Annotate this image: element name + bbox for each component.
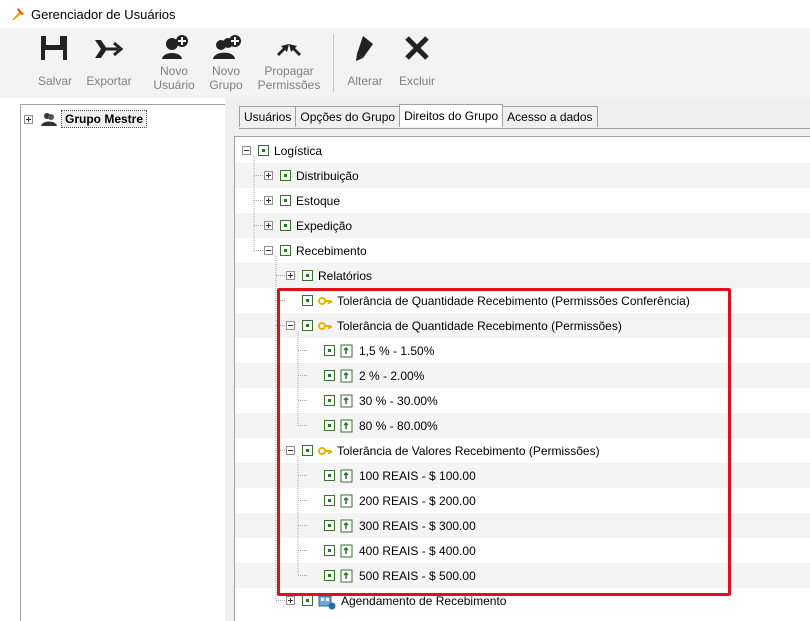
group-details-panel: Usuários Opções do Grupo Direitos do Gru… (225, 98, 810, 621)
propagate-permissions-button[interactable]: Propagar Permissões (256, 30, 322, 96)
delete-button[interactable]: Excluir (394, 30, 440, 96)
rights-tree: Logística Distribuição Estoque Expedição Rec… (234, 136, 810, 621)
x-icon (405, 36, 429, 60)
new-user-label-1: Novo (159, 64, 188, 78)
new-user-button[interactable]: Novo Usuário (150, 30, 198, 96)
tab-strip: Usuários Opções do Grupo Direitos do Gru… (239, 104, 598, 128)
propagate-label-2: Permissões (257, 78, 321, 92)
group-tree-panel: Grupo Mestre (20, 104, 225, 621)
export-arrow-icon (95, 40, 123, 58)
pencil-icon (356, 36, 373, 61)
tree-node-grupo-mestre[interactable]: Grupo Mestre (24, 110, 148, 128)
title-bar: Gerenciador de Usuários (0, 0, 810, 28)
save-button[interactable]: Salvar (33, 30, 77, 96)
toolbar: Salvar Exportar Novo Usuário Novo Grupo … (0, 28, 810, 98)
group-icon (41, 113, 57, 126)
edit-button[interactable]: Alterar (342, 30, 388, 96)
tab-usuarios[interactable]: Usuários (239, 106, 297, 127)
propagate-icon (277, 44, 301, 56)
pick-icon (12, 8, 24, 20)
new-group-label-2: Grupo (209, 78, 243, 92)
delete-label: Excluir (398, 74, 435, 88)
add-group-icon (213, 35, 241, 59)
tree-guide-lines (253, 156, 308, 601)
window-title: Gerenciador de Usuários (31, 7, 176, 22)
export-button[interactable]: Exportar (81, 30, 137, 96)
save-label: Salvar (37, 74, 72, 88)
new-group-button[interactable]: Novo Grupo (204, 30, 248, 96)
tab-divider (239, 128, 810, 129)
edit-label: Alterar (347, 74, 383, 88)
floppy-disk-icon (41, 36, 67, 60)
tab-opcoes-do-grupo[interactable]: Opções do Grupo (295, 106, 401, 127)
add-user-icon (162, 35, 188, 59)
group-root-label[interactable]: Grupo Mestre (61, 110, 148, 128)
propagate-label-1: Propagar (264, 64, 314, 78)
export-label: Exportar (86, 74, 132, 88)
expand-icon[interactable] (24, 114, 33, 124)
tab-direitos-do-grupo[interactable]: Direitos do Grupo (399, 104, 504, 127)
tab-acesso-a-dados[interactable]: Acesso a dados (502, 106, 598, 127)
toolbar-separator (333, 34, 334, 92)
new-group-label-1: Novo (211, 64, 240, 78)
new-user-label-2: Usuário (153, 78, 195, 92)
